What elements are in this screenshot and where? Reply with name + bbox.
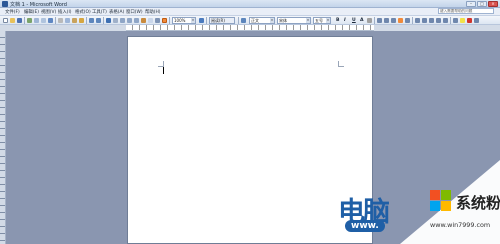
- paste-icon[interactable]: [72, 18, 77, 23]
- menu-insert[interactable]: 插入(I): [58, 9, 72, 15]
- menu-view[interactable]: 视图(V): [41, 9, 56, 15]
- help-search-input[interactable]: 键入需要帮助的问题: [438, 8, 494, 14]
- maximize-button[interactable]: □: [477, 1, 487, 7]
- hyperlink-icon[interactable]: [106, 18, 111, 23]
- bold-button[interactable]: B: [336, 18, 340, 23]
- spelling-icon[interactable]: [48, 18, 53, 23]
- char-border-button[interactable]: A: [360, 18, 364, 23]
- menu-format[interactable]: 格式(O): [75, 9, 91, 15]
- window-title: 文档 1 - Microsoft Word: [10, 2, 67, 8]
- read-label: 阅读(R): [211, 18, 225, 23]
- styles-icon[interactable]: [241, 18, 246, 23]
- permission-icon[interactable]: [27, 18, 32, 23]
- show-hide-icon[interactable]: [155, 18, 160, 23]
- document-page[interactable]: [127, 36, 373, 244]
- insert-excel-icon[interactable]: [127, 18, 132, 23]
- bullets-icon[interactable]: [429, 18, 434, 23]
- font-color-icon[interactable]: [467, 18, 472, 23]
- word-app-icon: [2, 1, 8, 7]
- vertical-ruler[interactable]: [0, 31, 6, 244]
- copy-icon[interactable]: [65, 18, 70, 23]
- windows-logo-icon: [430, 190, 452, 212]
- menu-file[interactable]: 文件(F): [5, 9, 20, 15]
- chevron-down-icon[interactable]: ▾: [191, 18, 195, 23]
- drawing-icon[interactable]: [141, 18, 146, 23]
- style-value: 正文: [251, 18, 259, 23]
- font-combo[interactable]: 宋体 ▾: [277, 17, 311, 24]
- undo-icon[interactable]: [89, 18, 94, 23]
- open-folder-icon[interactable]: [10, 18, 15, 23]
- save-icon[interactable]: [17, 18, 22, 23]
- chevron-down-icon[interactable]: ▾: [306, 18, 310, 23]
- align-center-icon[interactable]: [384, 18, 389, 23]
- cut-icon[interactable]: [58, 18, 63, 23]
- active-tool-icon[interactable]: [162, 18, 167, 23]
- crop-mark-top-right: [338, 61, 344, 67]
- close-button[interactable]: ×: [488, 1, 498, 7]
- menu-edit[interactable]: 编辑(E): [24, 9, 39, 15]
- watermark-site: www.win7999.com: [430, 221, 491, 229]
- print-preview-icon[interactable]: [41, 18, 46, 23]
- columns-icon[interactable]: [134, 18, 139, 23]
- decrease-indent-icon[interactable]: [436, 18, 441, 23]
- style-combo[interactable]: 正文 ▾: [249, 17, 275, 24]
- italic-button[interactable]: I: [344, 18, 346, 23]
- menu-table[interactable]: 表格(A): [109, 9, 124, 15]
- help-icon[interactable]: [199, 18, 204, 23]
- zoom-value: 100%: [174, 18, 186, 23]
- font-size-value: 五号: [315, 18, 323, 23]
- increase-indent-icon[interactable]: [443, 18, 448, 23]
- underline-button[interactable]: U: [352, 18, 356, 23]
- justify-icon[interactable]: [398, 18, 403, 23]
- menu-window[interactable]: 窗口(W): [126, 9, 143, 15]
- distributed-icon[interactable]: [405, 18, 410, 23]
- numbering-icon[interactable]: [422, 18, 427, 23]
- chevron-down-icon[interactable]: ▾: [270, 18, 274, 23]
- menu-bar: 文件(F) 编辑(E) 视图(V) 插入(I) 格式(O) 工具(T) 表格(A…: [0, 8, 500, 16]
- chevron-down-icon[interactable]: ▾: [326, 18, 330, 23]
- font-value: 宋体: [279, 18, 287, 23]
- read-button[interactable]: 阅读(R): [209, 17, 235, 24]
- line-spacing-icon[interactable]: [415, 18, 420, 23]
- document-map-icon[interactable]: [148, 18, 153, 23]
- char-scale-icon[interactable]: [367, 18, 372, 23]
- new-document-icon[interactable]: [3, 18, 8, 23]
- highlight-icon[interactable]: [460, 18, 465, 23]
- insert-table-icon[interactable]: [120, 18, 125, 23]
- text-cursor: [163, 67, 164, 74]
- font-size-combo[interactable]: 五号 ▾: [313, 17, 331, 24]
- align-left-icon[interactable]: [377, 18, 382, 23]
- redo-icon[interactable]: [96, 18, 101, 23]
- menu-help[interactable]: 帮助(H): [145, 9, 161, 15]
- print-icon[interactable]: [34, 18, 39, 23]
- align-right-icon[interactable]: [391, 18, 396, 23]
- horizontal-ruler[interactable]: [126, 25, 374, 31]
- toolbar-options-icon[interactable]: [474, 18, 479, 23]
- border-icon[interactable]: [453, 18, 458, 23]
- standard-toolbar: 100% ▾ 阅读(R) 正文 ▾ 宋体 ▾ 五号 ▾ B I U A: [0, 16, 500, 25]
- menu-tools[interactable]: 工具(T): [92, 9, 107, 15]
- format-painter-icon[interactable]: [79, 18, 84, 23]
- tables-borders-icon[interactable]: [113, 18, 118, 23]
- zoom-combo[interactable]: 100% ▾: [172, 17, 196, 24]
- watermark-url-badge: www.: [345, 220, 385, 232]
- title-bar: 文档 1 - Microsoft Word – □ ×: [0, 0, 500, 8]
- minimize-button[interactable]: –: [466, 1, 476, 7]
- watermark-brand: 系统粉: [456, 194, 500, 212]
